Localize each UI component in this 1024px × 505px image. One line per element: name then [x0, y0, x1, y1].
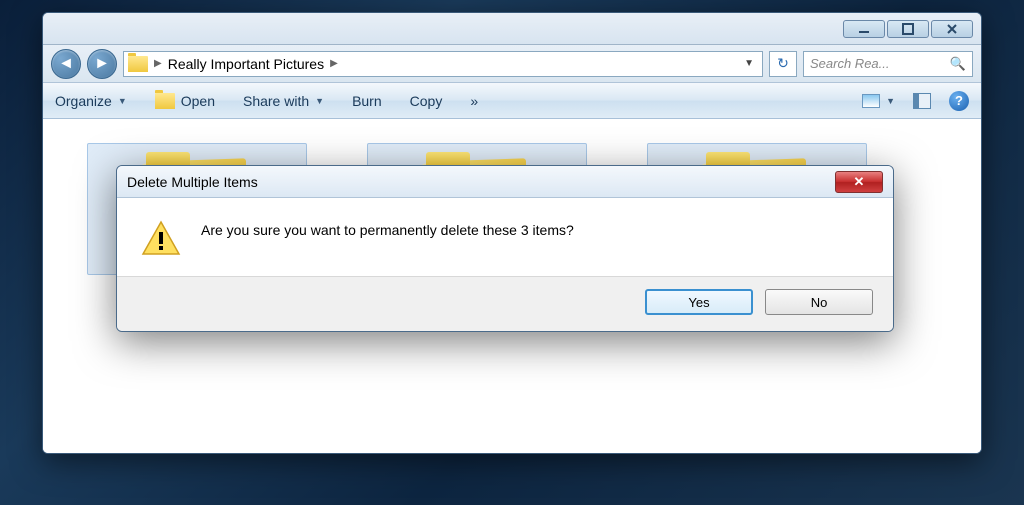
- view-menu[interactable]: ▼: [862, 94, 895, 108]
- navigation-bar: ◄ ► ▶ Really Important Pictures ▶ ▼ ↻ Se…: [43, 45, 981, 83]
- preview-pane-button[interactable]: [913, 93, 931, 109]
- search-icon: 🔍: [950, 56, 966, 72]
- help-button[interactable]: ?: [949, 91, 969, 111]
- refresh-button[interactable]: ↻: [769, 51, 797, 77]
- breadcrumb-folder[interactable]: Really Important Pictures: [168, 56, 324, 72]
- folder-open-icon: [155, 93, 175, 109]
- command-bar: Organize▼ Open Share with▼ Burn Copy » ▼…: [43, 83, 981, 119]
- forward-button[interactable]: ►: [87, 49, 117, 79]
- dialog-body: Are you sure you want to permanently del…: [117, 198, 893, 276]
- share-menu[interactable]: Share with▼: [243, 93, 324, 109]
- search-placeholder: Search Rea...: [810, 56, 890, 71]
- breadcrumb-separator-icon: ▶: [330, 58, 338, 69]
- folder-icon: [128, 56, 148, 72]
- titlebar: [43, 13, 981, 45]
- maximize-button[interactable]: [887, 20, 929, 38]
- search-input[interactable]: Search Rea... 🔍: [803, 51, 973, 77]
- back-button[interactable]: ◄: [51, 49, 81, 79]
- warning-icon: [141, 220, 181, 256]
- minimize-button[interactable]: [843, 20, 885, 38]
- overflow-button[interactable]: »: [470, 93, 478, 109]
- address-dropdown-icon[interactable]: ▼: [740, 58, 758, 69]
- view-icon: [862, 94, 880, 108]
- yes-button[interactable]: Yes: [645, 289, 753, 315]
- chevron-down-icon: ▼: [315, 96, 324, 106]
- dialog-title: Delete Multiple Items: [127, 174, 258, 190]
- no-button[interactable]: No: [765, 289, 873, 315]
- breadcrumb-separator-icon: ▶: [154, 58, 162, 69]
- chevron-down-icon: ▼: [886, 96, 895, 106]
- window-close-button[interactable]: [931, 20, 973, 38]
- dialog-close-button[interactable]: ✕: [835, 171, 883, 193]
- dialog-message: Are you sure you want to permanently del…: [201, 220, 574, 238]
- dialog-button-row: Yes No: [117, 276, 893, 331]
- copy-button[interactable]: Copy: [410, 93, 443, 109]
- chevron-down-icon: ▼: [118, 96, 127, 106]
- dialog-titlebar: Delete Multiple Items ✕: [117, 166, 893, 198]
- burn-button[interactable]: Burn: [352, 93, 382, 109]
- open-button[interactable]: Open: [155, 93, 215, 109]
- organize-menu[interactable]: Organize▼: [55, 93, 127, 109]
- address-bar[interactable]: ▶ Really Important Pictures ▶ ▼: [123, 51, 763, 77]
- delete-confirmation-dialog: Delete Multiple Items ✕ Are you sure you…: [116, 165, 894, 332]
